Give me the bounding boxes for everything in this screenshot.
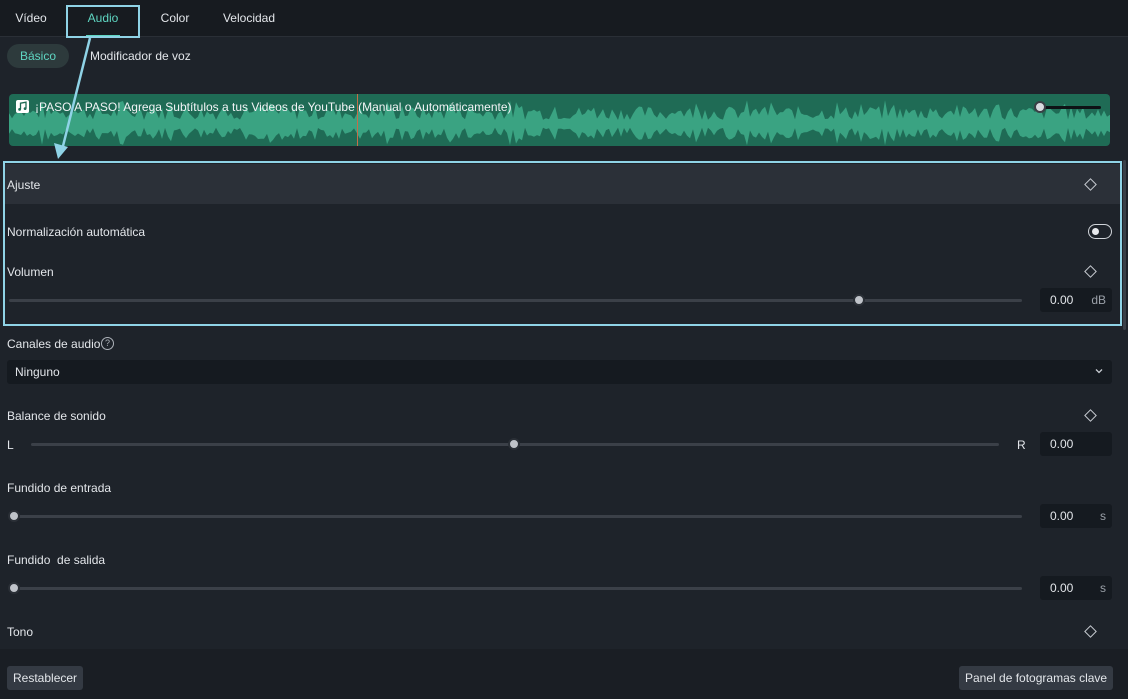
pitch-label: Tono [7,625,34,639]
balance-value: 0.00 [1050,437,1074,451]
fade-out-unit: s [1100,581,1106,595]
fade-in-input[interactable]: 0.00 s [1040,504,1112,528]
fade-out-slider-track[interactable] [9,587,1022,590]
audio-channels-selected: Ninguno [15,365,60,379]
tab-video[interactable]: Vídeo [10,0,52,37]
balance-label: Balance de sonido [7,409,106,423]
top-tab-bar: Vídeo Audio Color Velocidad [0,0,1128,37]
volume-slider-track[interactable] [9,299,1022,302]
volume-keyframe-icon[interactable] [1084,265,1097,278]
volume-unit: dB [1091,293,1106,307]
volume-slider-knob[interactable] [852,294,865,306]
tab-audio[interactable]: Audio [78,0,128,37]
balance-input[interactable]: 0.00 [1040,432,1112,456]
reset-button[interactable]: Restablecer [7,666,84,690]
scrollbar[interactable] [1123,160,1126,330]
auto-normalization-label: Normalización automática [7,225,146,239]
fade-out-slider-knob[interactable] [8,582,20,594]
volume-label: Volumen [7,265,54,279]
pitch-keyframe-icon[interactable] [1084,625,1097,638]
fade-out-label: Fundido de salida [7,553,106,567]
fade-in-label: Fundido de entrada [7,481,112,495]
help-icon[interactable]: ? [101,337,114,350]
balance-keyframe-icon[interactable] [1084,409,1097,422]
fade-out-value: 0.00 [1050,581,1074,595]
adjust-section-header[interactable] [4,164,1120,204]
audio-channels-label: Canales de audio [7,337,101,351]
volume-input[interactable]: 0.00 dB [1040,288,1112,312]
audio-waveform[interactable]: ¡PASO A PASO! Agrega Subtítulos a tus Vi… [9,94,1110,146]
footer: Restablecer Panel de fotogramas clave [0,649,1128,699]
fade-in-slider-track[interactable] [9,515,1022,518]
fade-in-slider-knob[interactable] [8,510,20,522]
keyframe-panel-button[interactable]: Panel de fotogramas clave [959,666,1114,690]
music-note-icon [16,100,29,113]
chevron-down-icon [1095,369,1103,374]
clip-volume-knob[interactable] [1034,101,1046,113]
tab-speed[interactable]: Velocidad [218,0,280,37]
clip-volume-track[interactable] [1043,106,1101,109]
volume-value: 0.00 [1050,293,1074,307]
fade-out-input[interactable]: 0.00 s [1040,576,1112,600]
audio-channels-select[interactable]: Ninguno [7,360,1112,384]
tab-color[interactable]: Color [153,0,197,37]
balance-slider-knob[interactable] [508,438,520,450]
fade-in-unit: s [1100,509,1106,523]
balance-right-label: R [1017,438,1026,452]
annotation-arrow [54,37,92,159]
fade-in-value: 0.00 [1050,509,1074,523]
adjust-header-label: Ajuste [7,178,41,192]
clip-title: ¡PASO A PASO! Agrega Subtítulos a tus Vi… [35,100,512,114]
balance-left-label: L [7,438,14,452]
auto-normalization-toggle[interactable] [1088,224,1112,239]
